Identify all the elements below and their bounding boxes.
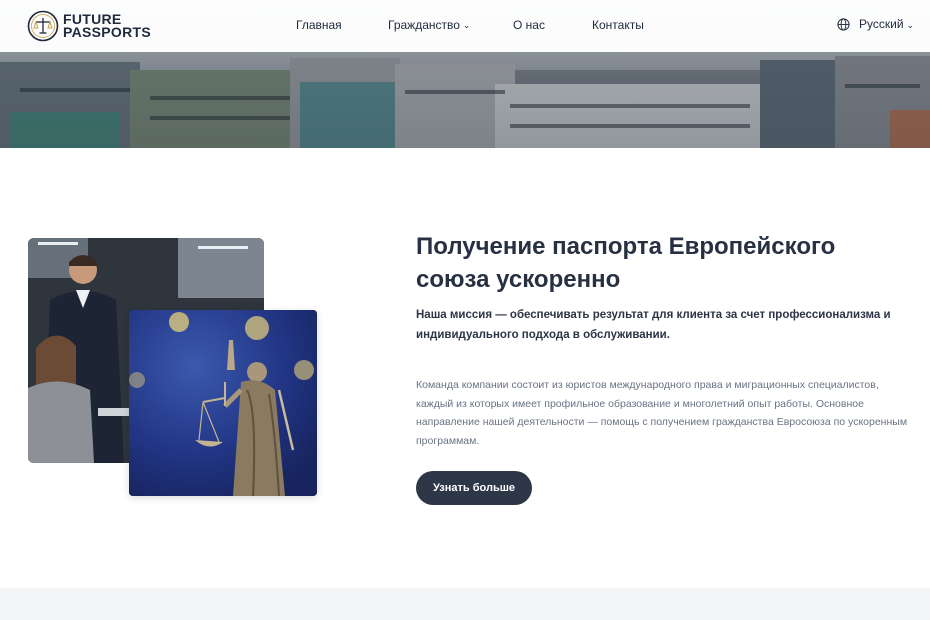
company-description: Команда компании состоит из юристов межд…	[416, 379, 908, 447]
nav-home-link[interactable]: Главная	[296, 18, 342, 32]
brand-logo[interactable]: FUTURE PASSPORTS	[27, 10, 151, 42]
nav-contacts-link[interactable]: Контакты	[592, 18, 644, 32]
next-section-strip	[0, 588, 930, 620]
nav-citizenship-label: Гражданство	[388, 18, 460, 32]
hero-city-background: FUTURE PASSPORTS Главная Гражданство ⌄ О …	[0, 0, 930, 148]
language-selector[interactable]: Русский ⌄	[837, 17, 914, 31]
globe-icon	[837, 17, 850, 31]
lady-justice-photo	[129, 310, 317, 496]
nav-citizenship-dropdown[interactable]: Гражданство ⌄	[388, 18, 470, 32]
learn-more-button[interactable]: Узнать больше	[416, 471, 532, 505]
nav-about-link[interactable]: О нас	[513, 18, 545, 32]
top-navbar: FUTURE PASSPORTS Главная Гражданство ⌄ О …	[0, 0, 930, 52]
language-label: Русский ⌄	[859, 17, 915, 31]
lady-justice-illustration	[129, 310, 317, 496]
scales-emblem-icon	[27, 10, 59, 42]
chevron-down-icon: ⌄	[906, 20, 915, 30]
brand-line-2: PASSPORTS	[63, 24, 152, 40]
chevron-down-icon: ⌄	[462, 20, 471, 30]
mission-statement: Наша миссия — обеспечивать результат для…	[416, 309, 891, 341]
page-title: Получение паспорта Европейского союза ус…	[416, 233, 836, 293]
